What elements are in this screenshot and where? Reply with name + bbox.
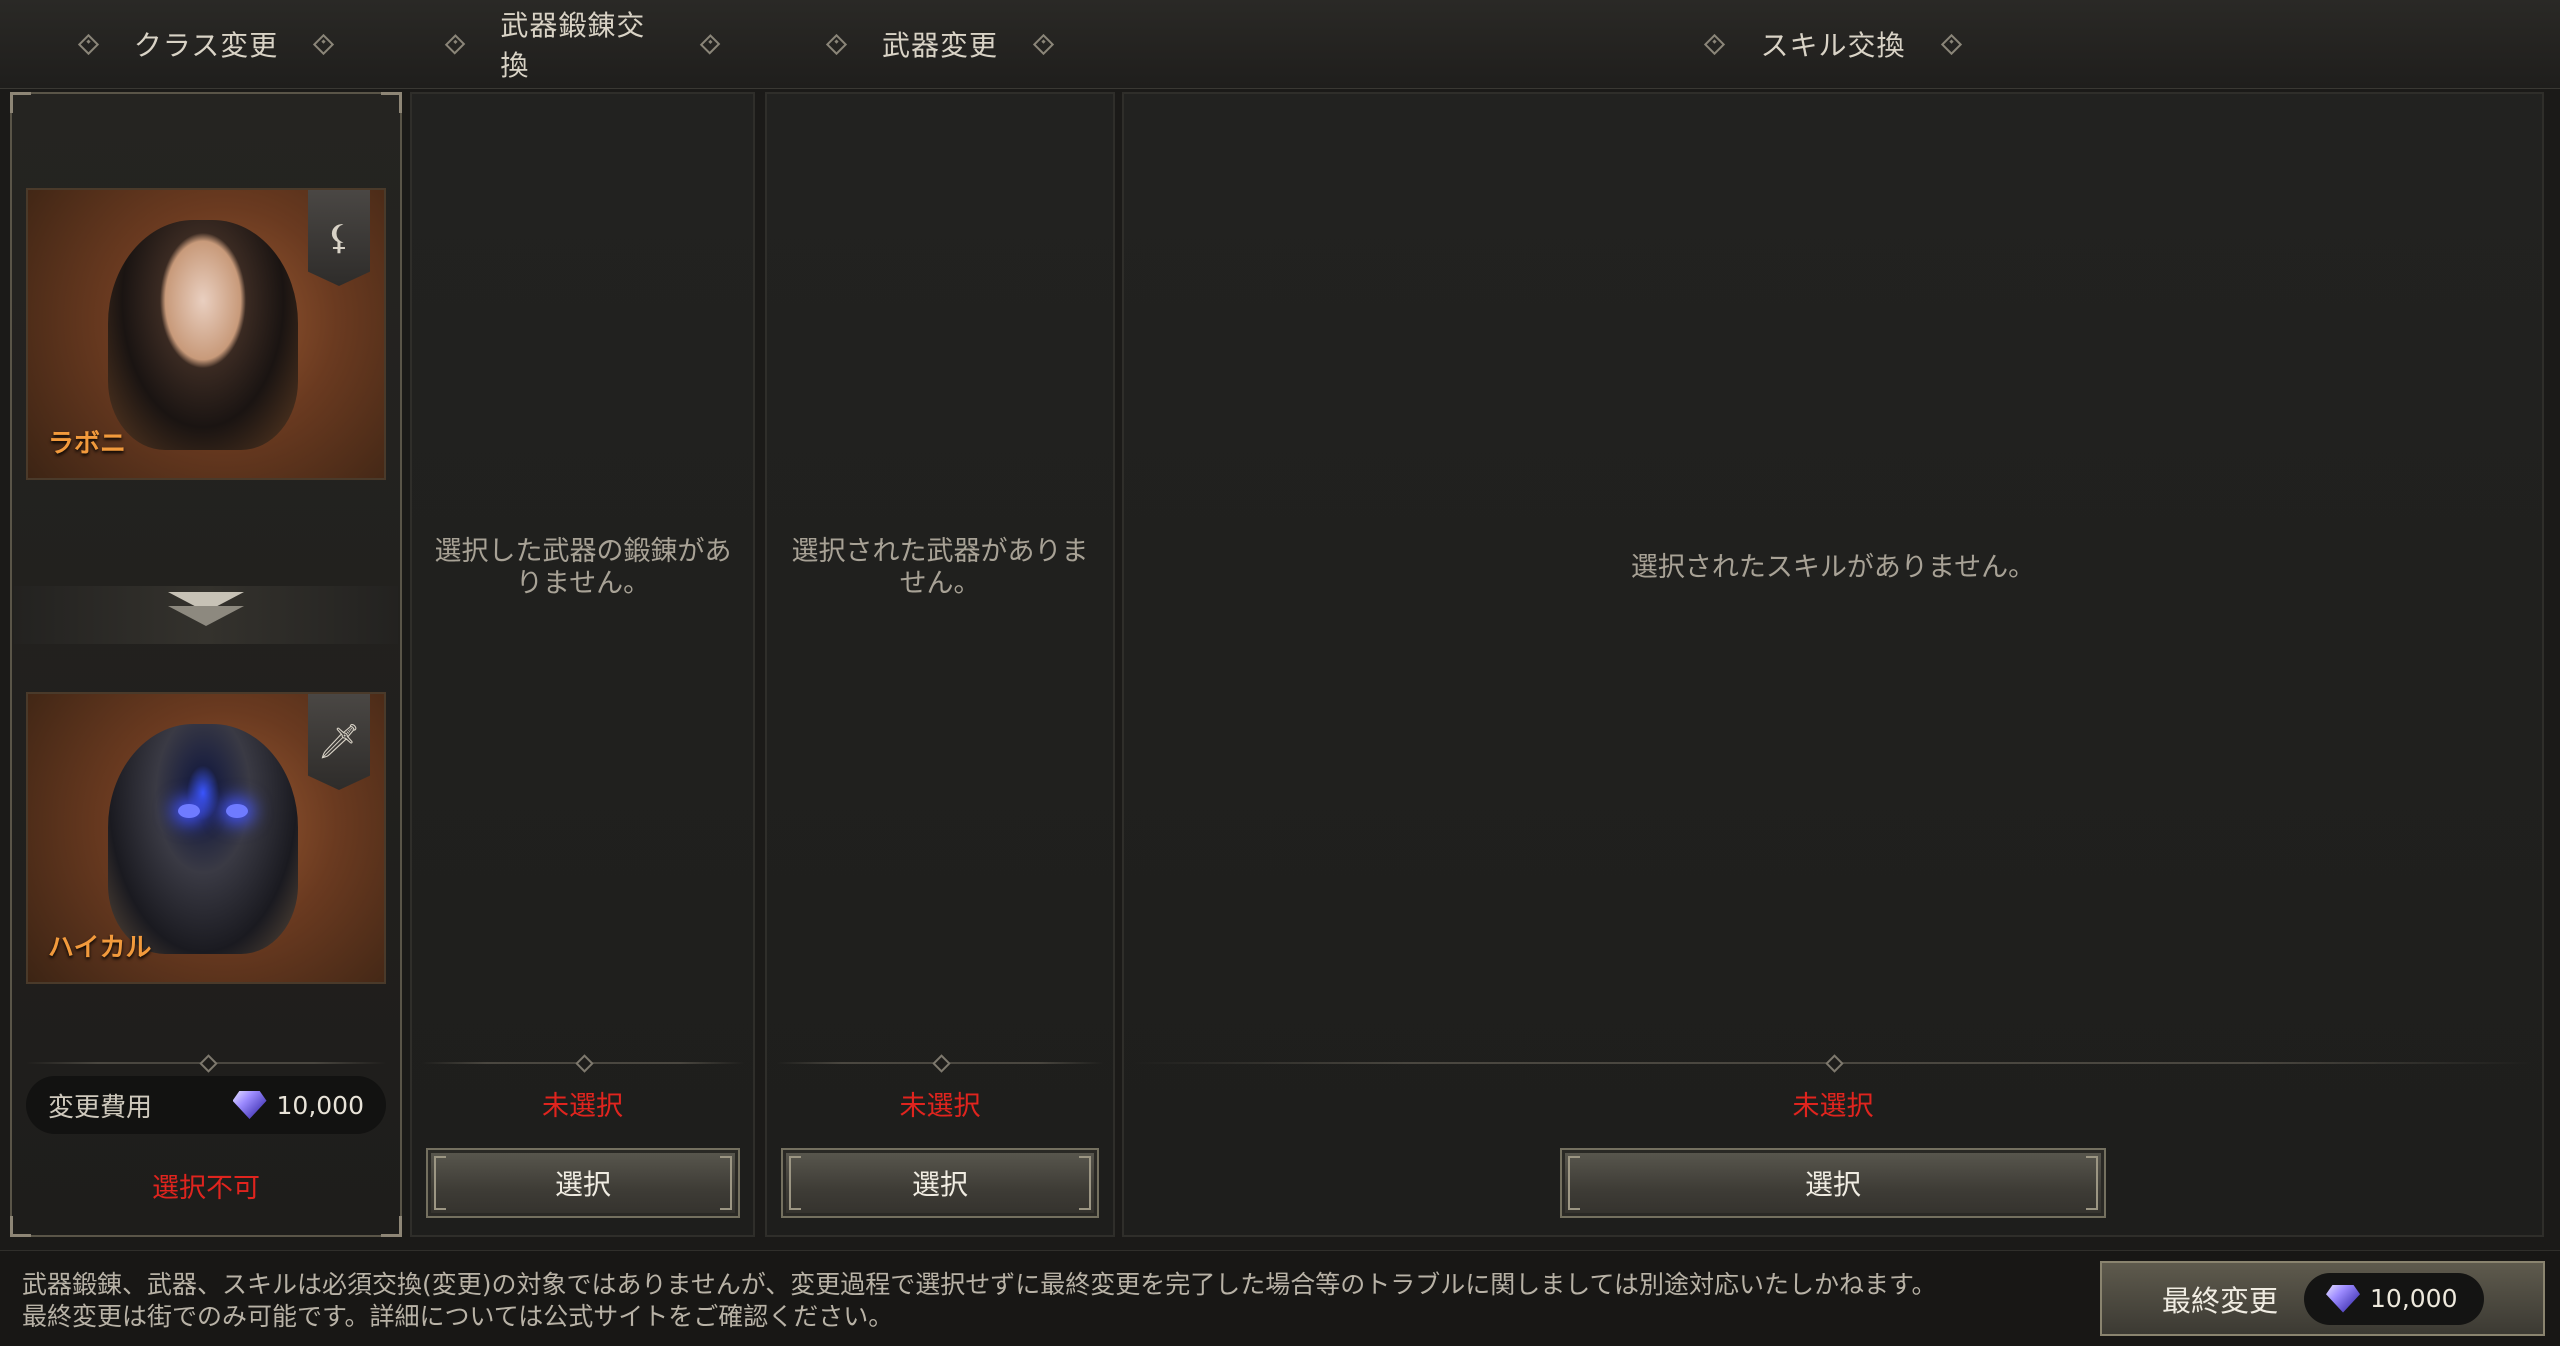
class-change-panel: ⚸ ラボニ 🗡 ハイカル 変更費用 10,000 選択不可	[10, 92, 402, 1237]
empty-message: 選択されたスキルがありません。	[1630, 552, 2036, 583]
sword-icon: 🗡	[308, 694, 370, 790]
corner-ornament	[381, 1216, 402, 1237]
selection-status: 未選択	[1792, 1091, 1874, 1122]
class-status: 選択不可	[152, 1173, 260, 1204]
tab-weapon-change[interactable]: 武器変更	[765, 0, 1115, 88]
character-portrait-image	[108, 724, 298, 954]
tab-class-change[interactable]: クラス変更	[10, 0, 402, 88]
target-class-portrait[interactable]: 🗡 ハイカル	[26, 692, 386, 984]
corner-ornament	[381, 92, 402, 113]
tab-weapon-training-exchange[interactable]: 武器鍛錬交換	[410, 0, 755, 88]
target-class-name: ハイカル	[48, 933, 152, 963]
diamond-ornament-icon	[1704, 33, 1726, 55]
tab-label: スキル交換	[1760, 29, 1906, 62]
corner-ornament	[10, 92, 31, 113]
final-change-label: 最終変更	[2162, 1283, 2279, 1318]
notice-text: 武器鍛錬、武器、スキルは必須交換(変更)の対象ではありませんが、変更過程で選択せ…	[22, 1269, 1937, 1333]
cost-label: 変更費用	[48, 1092, 153, 1123]
character-portrait-image	[108, 220, 298, 450]
cost-value: 10,000	[276, 1090, 364, 1120]
selection-status: 未選択	[542, 1091, 623, 1122]
cost-value-group: 10,000	[232, 1090, 364, 1120]
final-change-button[interactable]: 最終変更 10,000	[2100, 1261, 2545, 1336]
diamond-ornament-icon	[444, 33, 466, 55]
footer: 武器鍛錬、武器、スキルは必須交換(変更)の対象ではありませんが、変更過程で選択せ…	[0, 1250, 2560, 1346]
divider-ornament	[575, 1054, 594, 1073]
empty-message: 選択した武器の鍛錬がありません。	[434, 536, 732, 599]
divider-ornament	[1825, 1054, 1844, 1073]
current-class-name: ラボニ	[48, 429, 127, 459]
skill-exchange-panel: 選択されたスキルがありません。 未選択 選択	[1122, 92, 2544, 1237]
tab-label: 武器鍛錬交換	[500, 9, 646, 82]
bow-icon: ⚸	[308, 190, 370, 286]
diamond-icon	[2326, 1284, 2361, 1313]
notice-line: 最終変更は街でのみ可能です。詳細については公式サイトをご確認ください。	[22, 1302, 894, 1331]
tab-label: 武器変更	[881, 29, 998, 62]
corner-ornament	[10, 1216, 31, 1237]
notice-line: 武器鍛錬、武器、スキルは必須交換(変更)の対象ではありませんが、変更過程で選択せ…	[22, 1270, 1937, 1299]
diamond-ornament-icon	[825, 33, 848, 55]
final-cost: 10,000	[2304, 1272, 2484, 1325]
diamond-icon	[232, 1091, 267, 1119]
tab-label: クラス変更	[133, 29, 279, 62]
current-class-portrait[interactable]: ⚸ ラボニ	[26, 188, 386, 480]
selection-status: 未選択	[899, 1091, 981, 1122]
diamond-ornament-icon	[313, 33, 335, 55]
select-skill-button[interactable]: 選択	[1560, 1148, 2106, 1218]
weapon-change-panel: 選択された武器がありません。 未選択 選択	[765, 92, 1115, 1237]
diamond-ornament-icon	[77, 33, 99, 55]
divider-ornament	[199, 1054, 218, 1073]
final-cost-value: 10,000	[2370, 1284, 2458, 1313]
weapon-training-panel: 選択した武器の鍛錬がありません。 未選択 選択	[410, 92, 755, 1237]
select-weapon-training-button[interactable]: 選択	[426, 1148, 740, 1218]
glowing-eyes	[178, 804, 248, 820]
diamond-ornament-icon	[1032, 33, 1055, 55]
tab-skill-exchange[interactable]: スキル交換	[1122, 0, 2544, 88]
select-weapon-button[interactable]: 選択	[781, 1148, 1099, 1218]
divider-ornament	[932, 1054, 951, 1073]
diamond-ornament-icon	[699, 33, 721, 55]
change-cost: 変更費用 10,000	[26, 1076, 386, 1134]
change-arrow	[14, 586, 398, 644]
header-tabs: クラス変更 武器鍛錬交換 武器変更 スキル交換	[0, 0, 2560, 89]
diamond-ornament-icon	[1940, 33, 1962, 55]
empty-message: 選択された武器がありません。	[791, 536, 1089, 599]
chevron-down-icon	[168, 606, 244, 626]
